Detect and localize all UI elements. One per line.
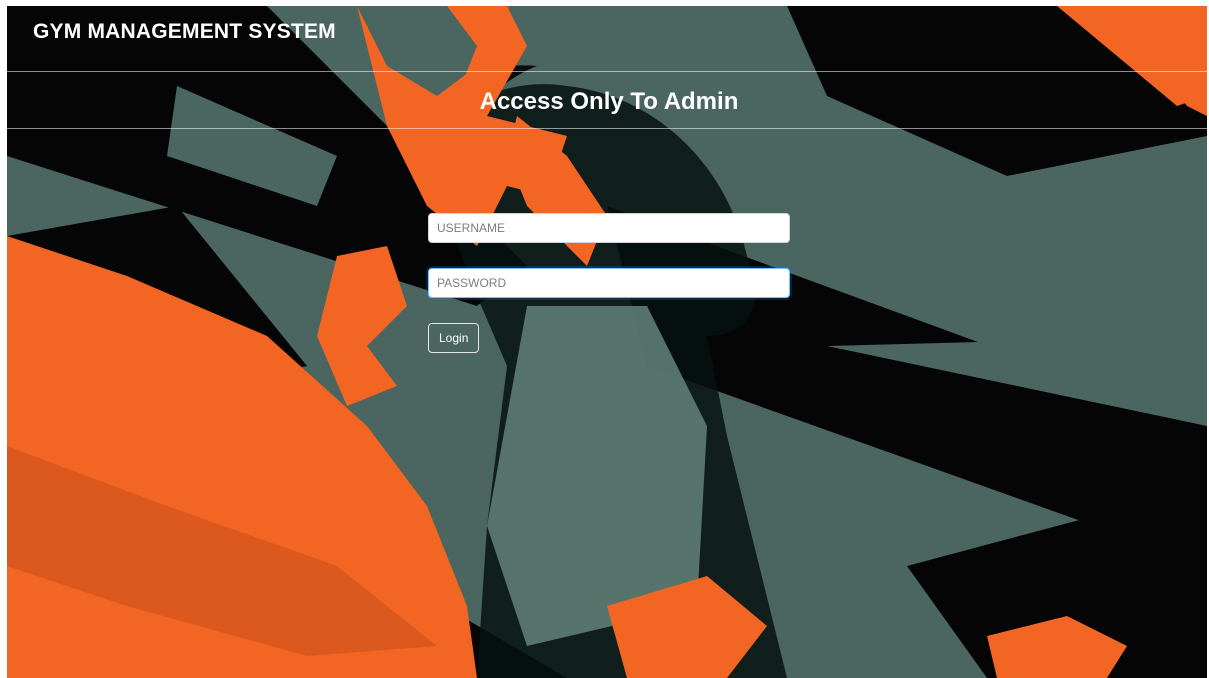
header-divider-bottom bbox=[7, 128, 1207, 129]
login-page: GYM MANAGEMENT SYSTEM Access Only To Adm… bbox=[7, 6, 1207, 678]
password-input[interactable] bbox=[428, 268, 790, 298]
login-button[interactable]: Login bbox=[428, 323, 480, 353]
page-heading: Access Only To Admin bbox=[479, 88, 739, 115]
header-divider-top bbox=[7, 71, 1207, 72]
username-input[interactable] bbox=[428, 213, 790, 243]
login-form: Login bbox=[428, 213, 790, 353]
app-brand-title: GYM MANAGEMENT SYSTEM bbox=[33, 20, 336, 43]
